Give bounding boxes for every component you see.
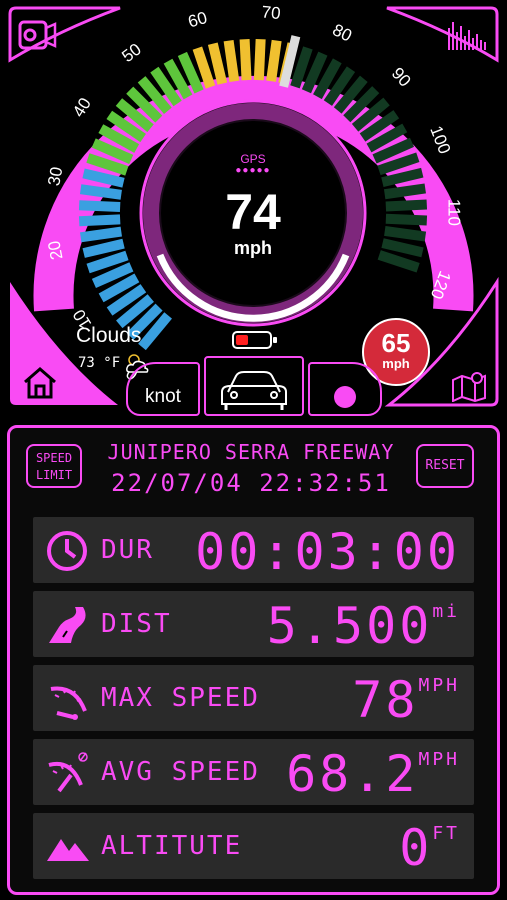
speed-limit-unit: mph (382, 356, 410, 371)
stat-label: AVG SPEED (101, 757, 260, 787)
gauge-tick-label: 100 (426, 123, 454, 156)
gauge-tick-label: 20 (44, 239, 66, 261)
gauge-tick-label: 90 (388, 64, 415, 91)
speed-limit-button-line2: LIMIT (35, 468, 73, 482)
stat-row-avg-speed: AVG SPEED 68.2MPH (33, 739, 474, 805)
gauge-tick-label: 40 (69, 94, 95, 120)
gauge-segment (80, 226, 122, 243)
gauge-tick-label: 30 (44, 165, 66, 187)
speed-limit-button[interactable]: SPEED LIMIT (26, 444, 82, 488)
date-time: 22/07/04 22:32:51 (111, 469, 391, 497)
unit-toggle-button[interactable]: knot (126, 362, 200, 416)
home-icon[interactable] (22, 366, 58, 400)
gauge-segment (239, 38, 252, 81)
camera-icon[interactable] (18, 18, 58, 52)
gauge-segment (385, 199, 428, 212)
stat-unit: MPH (418, 749, 460, 770)
reset-button-label: RESET (425, 458, 465, 473)
gauge-tick-label: 110 (444, 199, 463, 226)
car-view-button[interactable] (204, 356, 304, 416)
speed-limit-button-line1: SPEED (35, 451, 73, 465)
gauge-tick-label: 70 (261, 2, 282, 23)
stat-number: 68.2 (286, 745, 419, 803)
gauge-segment (78, 214, 121, 227)
clock-icon (47, 531, 87, 571)
gauge-tick-label: 60 (186, 8, 209, 31)
record-dot-icon (334, 386, 356, 408)
stat-value: 5.500mi (267, 597, 460, 655)
stat-number: 00:03:00 (195, 523, 460, 581)
stat-unit: FT (432, 823, 460, 844)
temperature: 73 °F (78, 355, 121, 371)
mountain-icon (47, 839, 89, 861)
gps-label: GPS (240, 152, 266, 166)
bar-chart-icon[interactable] (446, 18, 488, 52)
stat-value: 68.2MPH (286, 745, 460, 803)
car-icon (221, 371, 287, 410)
road-icon (49, 607, 86, 643)
gauge-segment (381, 238, 424, 258)
stat-row-distance: DIST 5.500mi (33, 591, 474, 657)
stat-value: 78MPH (352, 671, 460, 729)
gauge-segment (384, 226, 427, 242)
gauge-segment (383, 183, 426, 200)
stat-label: DUR (101, 535, 154, 565)
stat-row-altitude: ALTITUTE 0FT (33, 813, 474, 879)
gauge-segment (79, 184, 122, 200)
stat-number: 0 (399, 819, 433, 877)
speed-unit: mph (234, 238, 272, 258)
gauge-segment (385, 213, 428, 226)
gps-signal-dots: ●●●●● (235, 165, 271, 176)
current-speed: 74 (225, 184, 281, 240)
weather-condition: Clouds (76, 324, 142, 347)
stat-row-duration: DUR 00:03:00 (33, 517, 474, 583)
map-icon[interactable] (451, 370, 487, 402)
gauge-segment (82, 238, 125, 258)
record-button[interactable] (308, 362, 382, 416)
gauge-segment (377, 250, 420, 273)
road-name: JUNIPERO SERRA FREEWAY (107, 440, 395, 464)
unit-toggle-label: knot (145, 386, 181, 407)
stat-label: MAX SPEED (101, 683, 260, 713)
reset-button[interactable]: RESET (416, 444, 474, 488)
gauge-segment (266, 39, 282, 82)
gauge-tick-label: 80 (329, 20, 354, 45)
stat-label: ALTITUTE (101, 831, 243, 861)
stat-number: 78 (352, 671, 419, 729)
stat-unit: mi (432, 601, 460, 622)
stat-value: 0FT (399, 819, 460, 877)
gauge-segment (78, 200, 121, 213)
speed-limit-value: 65 (381, 328, 411, 358)
battery-icon (232, 331, 277, 349)
gauge-tick-label: 50 (118, 40, 145, 67)
stat-unit: MPH (418, 675, 460, 696)
stat-value: 00:03:00 (195, 523, 460, 581)
gauge-segment (253, 38, 266, 81)
max-speed-gauge-icon (50, 686, 87, 720)
stat-label: DIST (101, 609, 172, 639)
gauge-segment (207, 42, 228, 85)
stat-number: 5.500 (266, 597, 433, 655)
avg-speed-gauge-icon (48, 752, 88, 793)
stat-row-max-speed: MAX SPEED 78MPH (33, 665, 474, 731)
gauge-segment (223, 40, 240, 83)
